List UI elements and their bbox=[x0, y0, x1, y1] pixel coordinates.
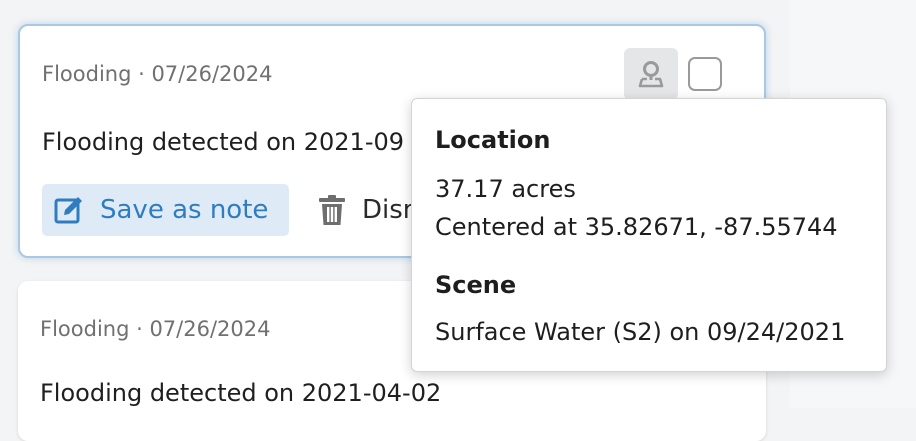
card-description: Flooding detected on 2021-09 bbox=[42, 128, 405, 156]
select-checkbox[interactable] bbox=[688, 57, 722, 91]
location-area: 37.17 acres bbox=[435, 175, 576, 203]
scene-heading: Scene bbox=[435, 271, 517, 299]
location-popover: Location 37.17 acres Centered at 35.8267… bbox=[411, 98, 887, 372]
card-meta: Flooding · 07/26/2024 bbox=[42, 62, 273, 86]
trash-icon bbox=[319, 195, 345, 225]
card-meta: Flooding · 07/26/2024 bbox=[40, 317, 271, 341]
location-heading: Location bbox=[435, 126, 551, 154]
save-as-note-label: Save as note bbox=[100, 195, 269, 225]
location-center: Centered at 35.82671, -87.55744 bbox=[435, 213, 838, 241]
edit-note-icon bbox=[54, 197, 82, 224]
map-pin-icon bbox=[638, 61, 664, 88]
scene-value: Surface Water (S2) on 09/24/2021 bbox=[435, 318, 846, 346]
save-as-note-button[interactable]: Save as note bbox=[42, 184, 289, 236]
show-on-map-button[interactable] bbox=[624, 48, 678, 100]
card-description: Flooding detected on 2021-04-02 bbox=[40, 379, 442, 407]
